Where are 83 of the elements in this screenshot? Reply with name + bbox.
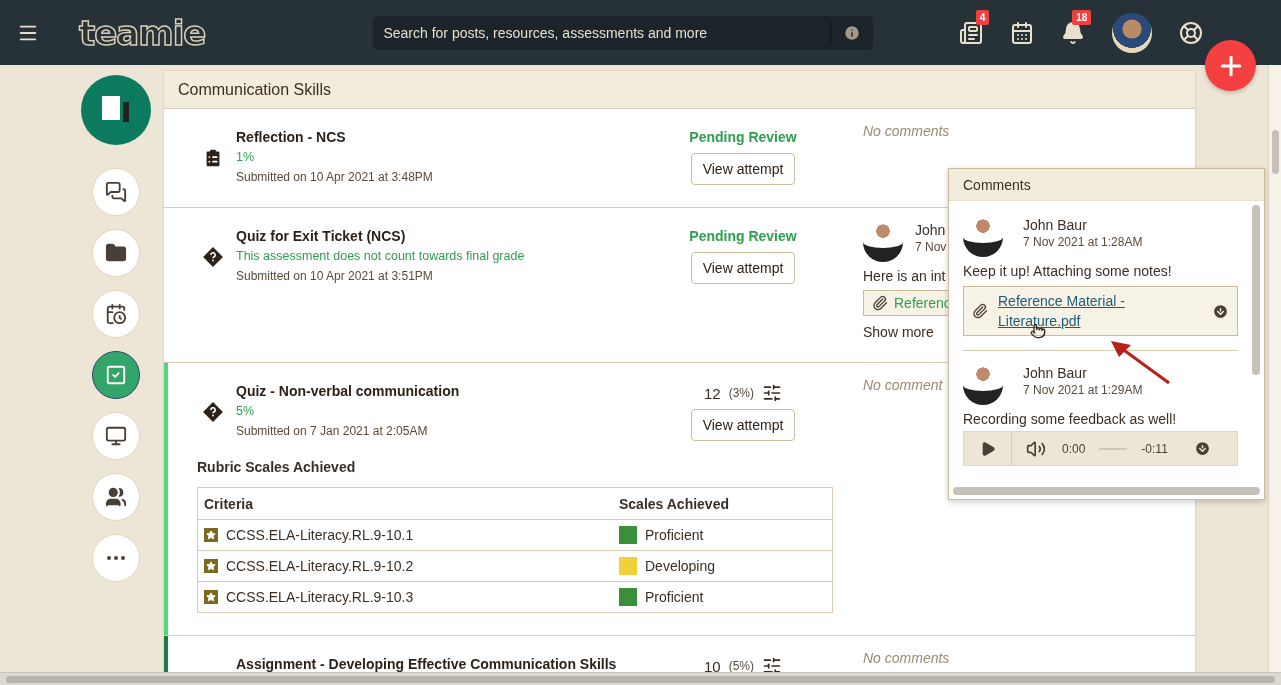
- section-title: Communication Skills: [164, 71, 1195, 108]
- star-icon: [204, 528, 218, 542]
- checkbox-icon: [104, 364, 127, 386]
- download-icon[interactable]: [1212, 302, 1229, 320]
- download-icon[interactable]: [1193, 440, 1211, 457]
- people-icon: [104, 486, 127, 508]
- scale-text: Proficient: [645, 589, 704, 605]
- criterion-text: CCSS.ELA-Literacy.RL.9-10.3: [226, 589, 414, 605]
- column-header: Criteria: [203, 495, 255, 512]
- sliders-icon[interactable]: [762, 383, 782, 403]
- score-text: 10: [704, 657, 721, 672]
- help-icon: [1179, 20, 1204, 45]
- view-attempt-button[interactable]: View attempt: [690, 409, 796, 441]
- sliders-icon[interactable]: [762, 656, 782, 672]
- paperclip-icon: [872, 295, 888, 311]
- remaining-time: -0:11: [1141, 441, 1168, 456]
- score-text: 12: [704, 384, 721, 402]
- sidebar-button[interactable]: [91, 351, 140, 399]
- score-percent: (3%): [728, 386, 754, 400]
- star-icon: [204, 559, 218, 573]
- bell-icon: [1061, 20, 1086, 45]
- scrollbar-thumb[interactable]: [1252, 205, 1260, 375]
- score-percent: (5%): [728, 659, 754, 672]
- scrollbar-thumb[interactable]: [953, 487, 1260, 495]
- assessment-title[interactable]: Reflection - NCS: [236, 129, 668, 145]
- volume-icon[interactable]: [1026, 438, 1046, 459]
- view-attempt-button[interactable]: View attempt: [690, 153, 796, 185]
- user-avatar[interactable]: [1112, 12, 1153, 53]
- review-status: Pending Review: [689, 228, 797, 244]
- popover-title: Comments: [949, 169, 1264, 201]
- review-status: Pending Review: [689, 129, 797, 145]
- comment-author: John: [915, 222, 947, 238]
- comment-author: John Baur: [1023, 365, 1088, 381]
- elapsed-time: 0:00: [1062, 441, 1086, 456]
- star-icon: [204, 590, 218, 604]
- comment-date: 7 Nov 2021 at 1:28AM: [1023, 235, 1143, 249]
- assessment-subtitle: This assessment does not count towards final grade: [236, 249, 526, 263]
- scale-text: Proficient: [645, 527, 704, 543]
- comment-text: Recording some feedback as well!: [963, 411, 1177, 427]
- view-attempt-button[interactable]: View attempt: [690, 252, 796, 284]
- column-header: Scales Achieved: [618, 495, 730, 512]
- submission-date: Submitted on 7 Jan 2021 at 2:05AM: [236, 424, 429, 438]
- scale-text: Developing: [645, 558, 716, 574]
- toolbar-button[interactable]: [1010, 20, 1035, 45]
- submission-date: Submitted on 10 Apr 2021 at 3:51PM: [236, 269, 434, 283]
- assessment-title[interactable]: Quiz - Non-verbal communication: [236, 383, 668, 399]
- toolbar-button[interactable]: [959, 20, 984, 45]
- more-icon: [106, 556, 125, 560]
- horizontal-scrollbar[interactable]: [0, 672, 1281, 685]
- search-field[interactable]: Search for posts, resources, assessments and more: [373, 15, 874, 50]
- comment-author: John Baur: [1023, 217, 1088, 233]
- teamie-logo[interactable]: teamie: [79, 12, 206, 53]
- count-badge: 18: [1072, 9, 1092, 25]
- assessment-subtitle: 5%: [236, 404, 256, 418]
- submission-date: Submitted on 10 Apr 2021 at 3:48PM: [236, 170, 434, 184]
- no-comments-text: No comment: [863, 377, 943, 393]
- no-comments-text: No comments: [863, 650, 950, 666]
- chat-icon: [104, 181, 127, 203]
- toolbar-button[interactable]: [1179, 20, 1204, 45]
- comment-date: 7 Nov: [915, 240, 947, 254]
- count-badge: 4: [975, 9, 990, 25]
- criterion-text: CCSS.ELA-Literacy.RL.9-10.2: [226, 558, 414, 574]
- comment-text: Keep it up! Attaching some notes!: [963, 263, 1172, 279]
- toolbar-button[interactable]: [1061, 20, 1086, 45]
- criterion-text: CCSS.ELA-Literacy.RL.9-10.1: [226, 527, 414, 543]
- monitor-icon: [104, 425, 127, 447]
- assessment-title[interactable]: Assignment - Developing Effective Communication Skills: [236, 656, 668, 672]
- folder-icon: [104, 242, 127, 264]
- comment-text: Here is an int: [863, 268, 946, 284]
- audio-track[interactable]: [1099, 447, 1128, 450]
- file-link[interactable]: Reference Material - Literature.pdf: [998, 291, 1202, 331]
- rubric-title: Rubric Scales Achieved: [197, 459, 357, 475]
- scrollbar-thumb[interactable]: [6, 675, 1275, 683]
- vertical-scrollbar[interactable]: [1268, 65, 1281, 672]
- scrollbar-thumb[interactable]: [1271, 130, 1279, 174]
- newspaper-icon: [959, 20, 984, 45]
- paperclip-icon: [972, 303, 988, 319]
- comment-date: 7 Nov 2021 at 1:29AM: [1023, 383, 1143, 397]
- assessment-title[interactable]: Quiz for Exit Ticket (NCS): [236, 228, 668, 244]
- calendar-icon: [1010, 20, 1035, 45]
- no-comments-text: No comments: [863, 123, 950, 139]
- calendar-clock-icon: [104, 303, 127, 325]
- assessment-subtitle: 1%: [236, 150, 256, 164]
